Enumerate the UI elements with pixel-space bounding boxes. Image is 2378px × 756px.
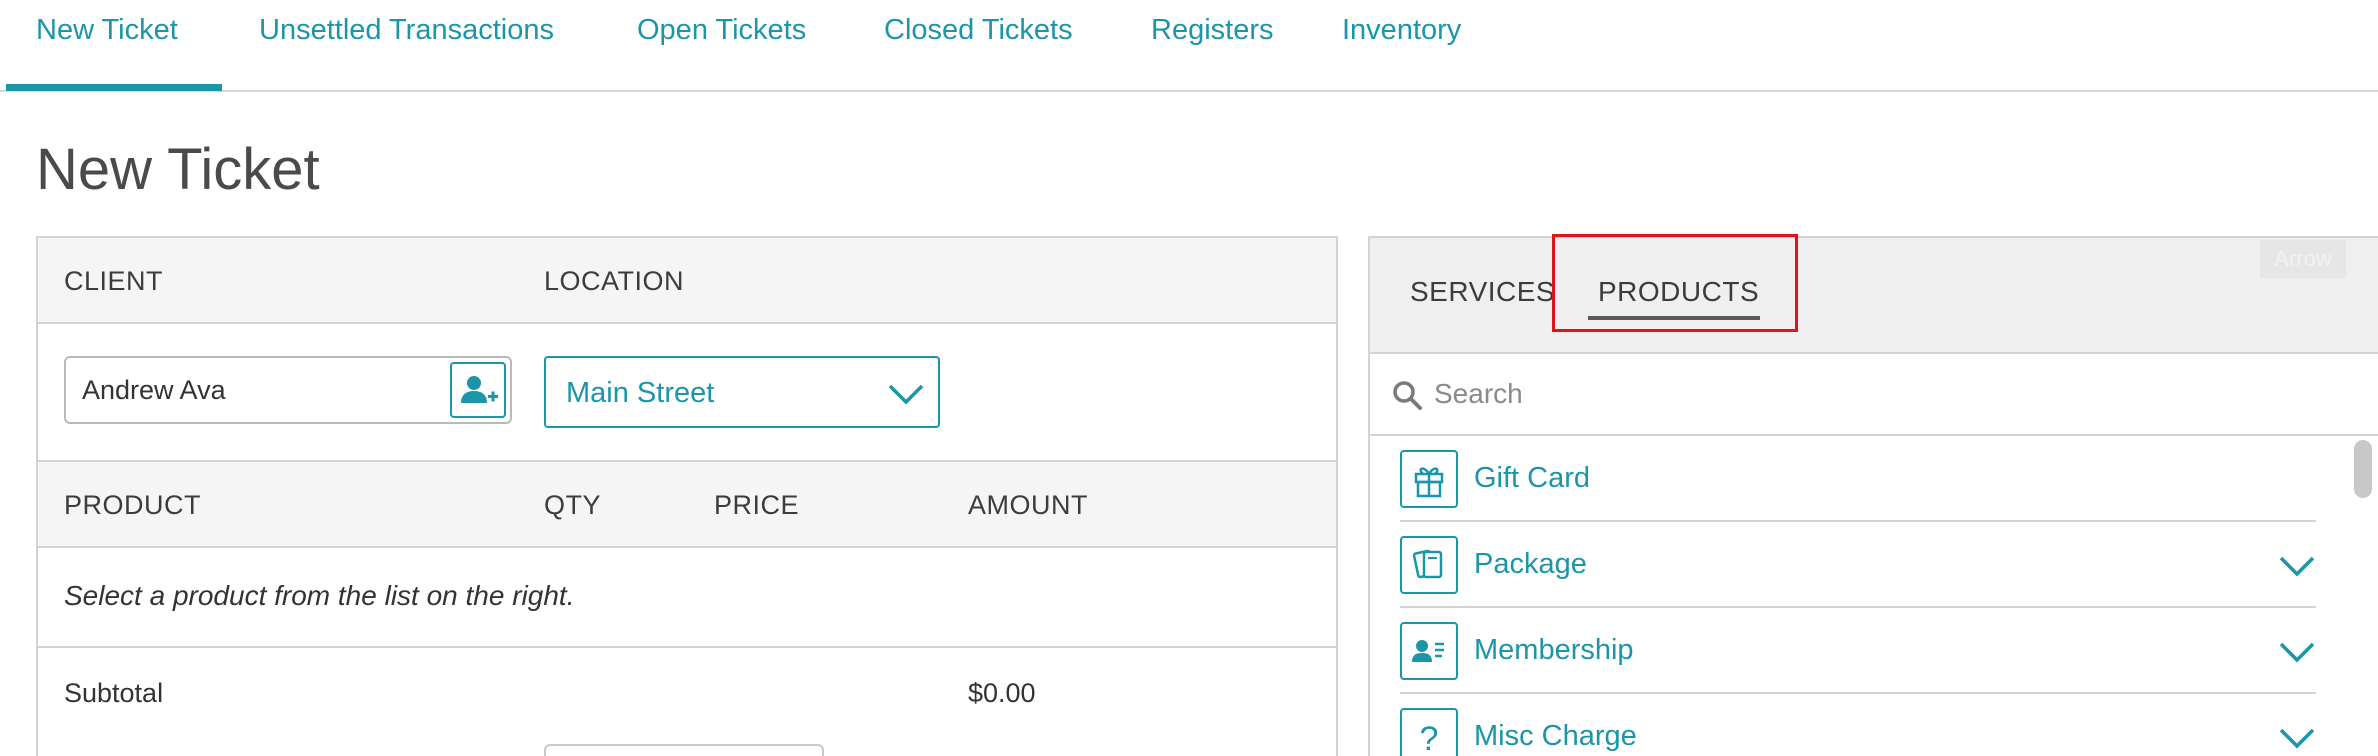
membership-icon [1400,622,1458,680]
client-header: CLIENT [64,266,164,296]
column-product: PRODUCT [64,490,201,520]
highlight-annotation-box [1552,234,1798,332]
column-amount: AMOUNT [968,490,1088,520]
list-item-membership[interactable]: Membership [1400,608,2316,694]
tab-unsettled-transactions[interactable]: Unsettled Transactions [259,14,554,47]
ticket-panel: CLIENT LOCATION Andrew Ava Main Street P… [36,236,1338,756]
catalog-list: Gift Card Package Membership ? Misc Char… [1370,436,2350,756]
tab-open-tickets[interactable]: Open Tickets [637,14,806,47]
chevron-down-icon [888,384,924,405]
subtotal-label: Subtotal [64,678,164,708]
active-tab-indicator [6,84,222,91]
client-value: Andrew Ava [82,375,226,405]
list-item-gift-card[interactable]: Gift Card [1400,436,2316,522]
catalog-tabs: SERVICES PRODUCTS Arrow [1370,234,2378,354]
svg-text:?: ? [1420,720,1439,756]
list-item-label: Membership [1474,634,1634,666]
chevron-down-icon[interactable] [2278,552,2316,580]
scrollbar-thumb[interactable] [2354,440,2372,498]
location-header: LOCATION [544,266,685,296]
empty-products-message: Select a product from the list on the ri… [64,580,575,611]
list-item-label: Gift Card [1474,462,1591,494]
add-client-button[interactable] [450,362,506,418]
gift-icon [1400,450,1458,508]
location-value: Main Street [566,377,715,409]
search-bar [1370,354,2378,436]
package-icon [1400,536,1458,594]
list-item-misc-charge[interactable]: ? Misc Charge [1400,694,2316,756]
list-item-label: Package [1474,548,1587,580]
add-person-icon [461,376,498,403]
search-input[interactable] [1434,368,2314,420]
client-location-header: CLIENT LOCATION [38,238,1336,324]
chevron-down-icon[interactable] [2278,724,2316,752]
tab-inventory[interactable]: Inventory [1342,14,1461,47]
client-field[interactable]: Andrew Ava [64,356,512,424]
list-item-package[interactable]: Package [1400,522,2316,608]
page-title: New Ticket [36,137,320,202]
column-qty: QTY [544,490,602,520]
partial-input-box[interactable] [544,744,824,756]
location-select[interactable]: Main Street [544,356,940,428]
top-nav: New Ticket Unsettled Transactions Open T… [0,0,2378,92]
tab-closed-tickets[interactable]: Closed Tickets [884,14,1073,47]
subtotal-value: $0.00 [968,678,1036,708]
tab-new-ticket[interactable]: New Ticket [36,14,178,47]
chevron-down-icon[interactable] [2278,638,2316,666]
arrow-button[interactable]: Arrow [2260,240,2346,278]
tab-services[interactable]: SERVICES [1410,276,1555,308]
search-icon [1393,381,1422,410]
divider [38,646,1336,648]
tab-registers[interactable]: Registers [1151,14,1274,47]
product-table-header: PRODUCT QTY PRICE AMOUNT [38,460,1336,548]
question-icon: ? [1400,708,1458,756]
catalog-panel: SERVICES PRODUCTS Arrow Gift Card [1368,234,2378,756]
list-item-label: Misc Charge [1474,720,1637,752]
column-price: PRICE [714,490,800,520]
